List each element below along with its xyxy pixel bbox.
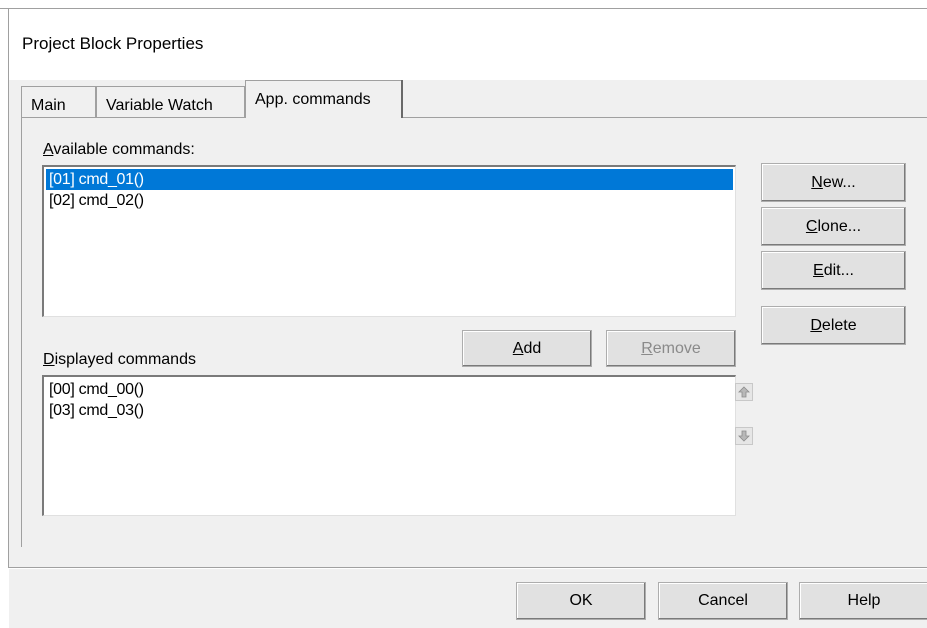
list-item[interactable]: [00] cmd_00() xyxy=(46,379,733,400)
edit-button[interactable]: Edit... xyxy=(761,251,906,290)
help-button[interactable]: Help xyxy=(799,582,927,620)
clone-button[interactable]: Clone... xyxy=(761,207,906,246)
available-commands-list[interactable]: [01] cmd_01() [02] cmd_02() xyxy=(42,165,736,317)
ok-button[interactable]: OK xyxy=(516,582,646,620)
move-up-button[interactable] xyxy=(735,383,753,401)
move-down-button[interactable] xyxy=(735,427,753,445)
tab-main[interactable]: Main xyxy=(21,86,96,117)
remove-button[interactable]: Remove xyxy=(606,330,736,367)
add-button[interactable]: Add xyxy=(462,330,592,367)
arrow-up-icon xyxy=(738,386,750,398)
list-item[interactable]: [02] cmd_02() xyxy=(46,190,733,211)
delete-button[interactable]: Delete xyxy=(761,306,906,345)
new-button[interactable]: New... xyxy=(761,163,906,202)
list-item[interactable]: [03] cmd_03() xyxy=(46,400,733,421)
displayed-commands-list[interactable]: [00] cmd_00() [03] cmd_03() xyxy=(42,375,736,516)
arrow-down-icon xyxy=(738,430,750,442)
dialog-footer xyxy=(9,569,927,628)
list-item[interactable]: [01] cmd_01() xyxy=(46,169,733,190)
displayed-commands-label: Displayed commands xyxy=(43,351,196,368)
tab-app-commands[interactable]: App. commands xyxy=(245,80,403,118)
available-commands-label: Available commands: xyxy=(43,141,195,158)
tab-variable-watch[interactable]: Variable Watch xyxy=(96,86,245,117)
dialog-top-border xyxy=(0,8,927,9)
tab-active-shadow xyxy=(401,80,403,118)
cancel-button[interactable]: Cancel xyxy=(658,582,788,620)
dialog-title: Project Block Properties xyxy=(22,34,204,53)
